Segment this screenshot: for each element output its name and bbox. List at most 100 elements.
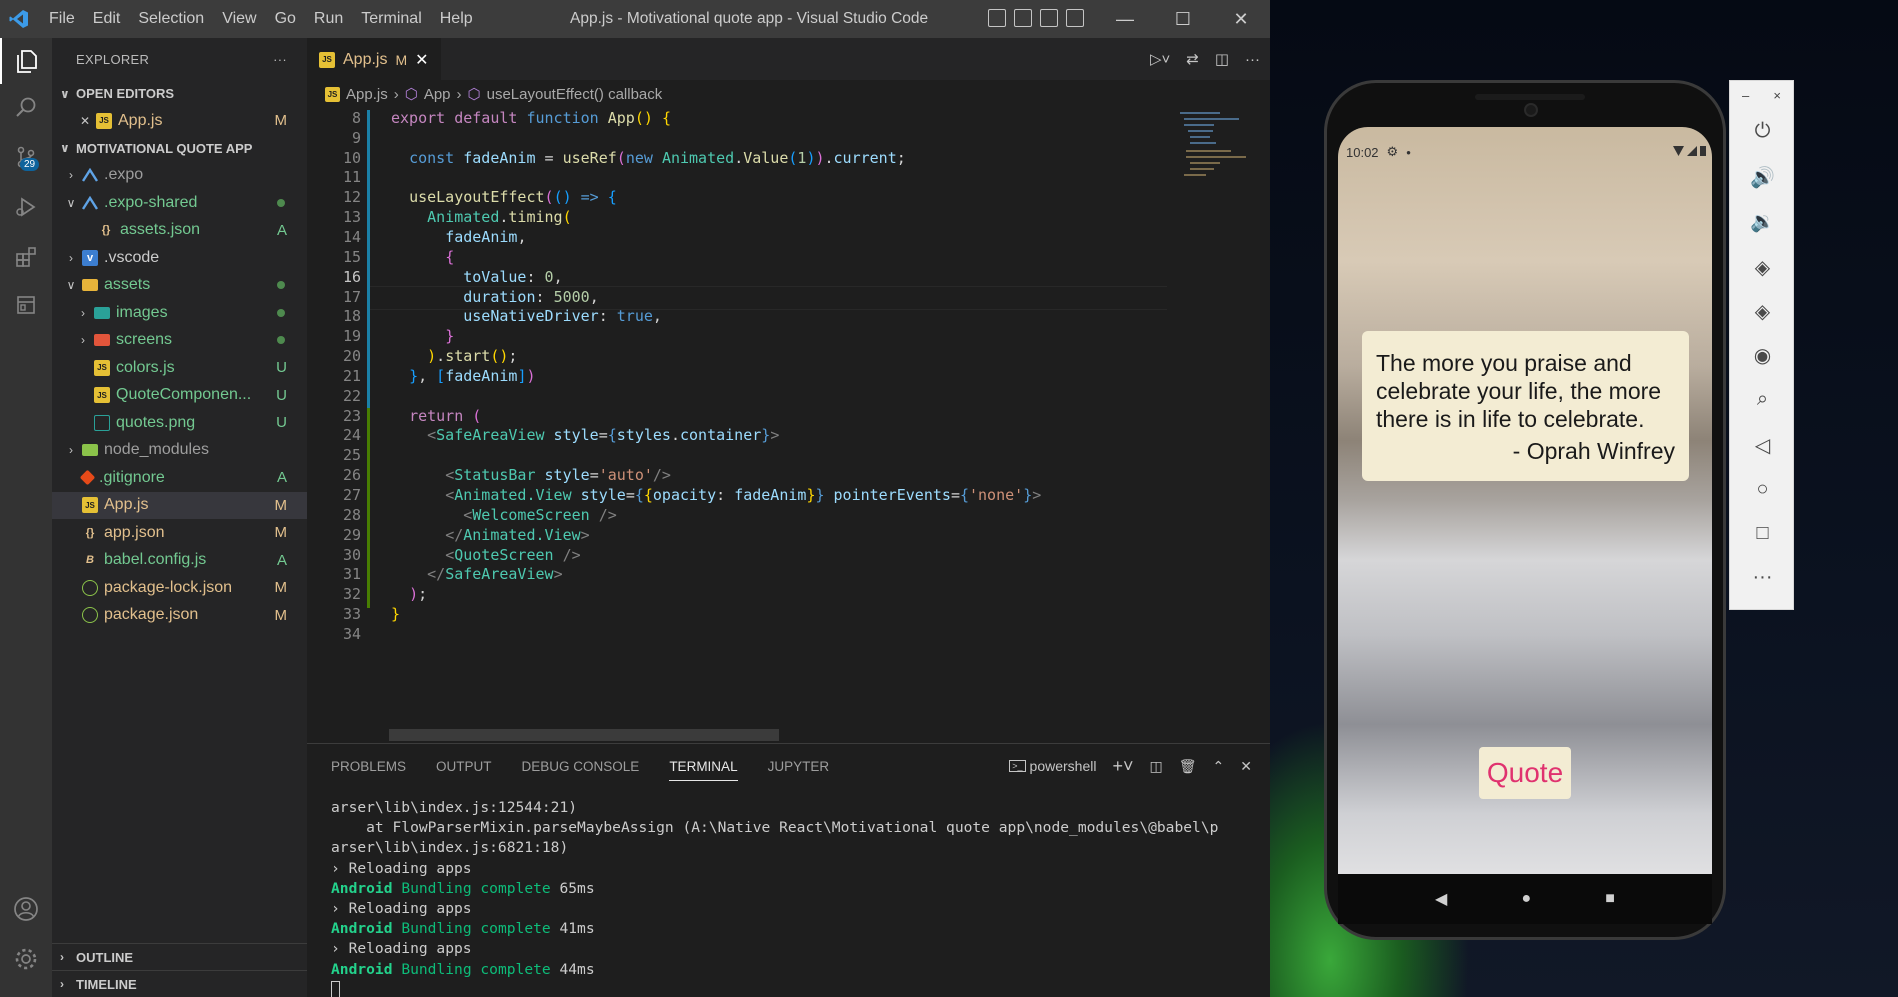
toggle-panel-icon[interactable]	[1014, 9, 1032, 27]
overview-icon[interactable]: □	[1730, 511, 1795, 555]
search-icon[interactable]	[0, 84, 52, 130]
close-tab-icon[interactable]: ✕	[415, 50, 428, 70]
shell-name[interactable]: powershell	[1030, 758, 1097, 774]
tree-item-file[interactable]: quotes.png U	[52, 409, 307, 437]
breadcrumb-symbol[interactable]: App	[424, 86, 451, 103]
project-section[interactable]: ∨ MOTIVATIONAL QUOTE APP	[52, 135, 307, 162]
outline-section[interactable]: › OUTLINE	[52, 943, 307, 970]
tree-item-folder[interactable]: › node_modules	[52, 437, 307, 465]
account-icon[interactable]	[0, 886, 52, 932]
toggle-sidebar-icon[interactable]	[988, 9, 1006, 27]
tab-app-js[interactable]: JS App.js M ✕	[307, 38, 441, 80]
open-editors-section[interactable]: ∨ OPEN EDITORS	[52, 80, 307, 107]
tree-item-label: screens	[116, 331, 173, 349]
tree-item-label: .expo-shared	[104, 193, 198, 211]
tree-item-file[interactable]: B babel.config.js A	[52, 547, 307, 575]
close-icon[interactable]: ×	[1773, 88, 1781, 103]
maximize-icon[interactable]: ☐	[1154, 0, 1212, 38]
back-icon[interactable]: ◀	[1435, 889, 1447, 909]
trash-icon[interactable]: 🗑	[1179, 758, 1197, 775]
close-panel-icon[interactable]: ✕	[1240, 758, 1252, 775]
code-editor[interactable]: 8 export default function App() {9 10 cons…	[307, 108, 1270, 743]
zoom-icon[interactable]: ⌕	[1730, 377, 1795, 421]
tree-item-folder[interactable]: ∨ assets	[52, 272, 307, 300]
power-icon[interactable]: ⏻	[1730, 109, 1795, 153]
explorer-icon[interactable]	[0, 38, 52, 84]
extensions-icon[interactable]	[0, 234, 52, 280]
back-icon[interactable]: ◁	[1730, 423, 1795, 467]
more-actions-icon[interactable]: ···	[1245, 51, 1260, 68]
menu-file[interactable]: File	[40, 0, 84, 38]
terminal-output[interactable]: arser\lib\index.js:12544:21) at FlowPars…	[331, 798, 1218, 997]
tree-item-folder[interactable]: › screens	[52, 327, 307, 355]
phone-screen[interactable]: 10:02 ⚙ • The more you praise and celebr…	[1338, 127, 1712, 874]
toggle-secondary-sidebar-icon[interactable]	[1040, 9, 1058, 27]
tree-item-file[interactable]: {} assets.json A	[52, 217, 307, 245]
project-label: MOTIVATIONAL QUOTE APP	[76, 140, 253, 156]
minimize-icon[interactable]: —	[1096, 0, 1154, 38]
timeline-section[interactable]: › TIMELINE	[52, 970, 307, 997]
tree-item-file[interactable]: JS QuoteComponen... U	[52, 382, 307, 410]
menu-selection[interactable]: Selection	[129, 0, 213, 38]
volume-up-icon[interactable]: 🔊	[1730, 155, 1795, 199]
rotate-left-icon[interactable]: ◈	[1730, 245, 1795, 289]
minimize-icon[interactable]: –	[1742, 88, 1749, 103]
run-debug-icon[interactable]	[0, 184, 52, 230]
tree-item-folder[interactable]: › v .vscode	[52, 244, 307, 272]
tab-debug-console[interactable]: DEBUG CONSOLE	[522, 759, 640, 774]
tab-terminal[interactable]: TERMINAL	[669, 759, 738, 781]
split-terminal-icon[interactable]: ◫	[1150, 758, 1163, 775]
tab-problems[interactable]: PROBLEMS	[331, 759, 406, 774]
editor-tabs: JS App.js M ✕ ▷˅ ⇄ ◫ ···	[307, 38, 1270, 80]
more-icon[interactable]: ···	[1730, 555, 1795, 599]
home-icon[interactable]: ○	[1730, 467, 1795, 511]
line-number: 21	[342, 366, 361, 385]
close-icon[interactable]: ✕	[1212, 0, 1270, 38]
tree-item-file[interactable]: JS colors.js U	[52, 354, 307, 382]
volume-down-icon[interactable]: 🔉	[1730, 199, 1795, 243]
menu-terminal[interactable]: Terminal	[352, 0, 430, 38]
tree-item-folder[interactable]: ∨ .expo-shared	[52, 189, 307, 217]
settings-gear-icon[interactable]	[0, 936, 52, 982]
tree-item-file[interactable]: package.json M	[52, 602, 307, 630]
menu-go[interactable]: Go	[266, 0, 305, 38]
chevron-up-icon[interactable]: ⌃	[1213, 758, 1225, 775]
tree-item-file[interactable]: .gitignore A	[52, 464, 307, 492]
tree-item-file[interactable]: {} app.json M	[52, 519, 307, 547]
tree-item-folder[interactable]: › images	[52, 299, 307, 327]
open-editor-item[interactable]: ✕ JS App.js M	[52, 107, 307, 135]
new-terminal-icon[interactable]: +˅	[1112, 756, 1133, 777]
tree-item-folder[interactable]: › .expo	[52, 162, 307, 190]
more-actions-icon[interactable]: ···	[273, 52, 287, 67]
timeline-label: TIMELINE	[76, 976, 137, 992]
terminal-bundling: Bundling complete	[401, 920, 551, 938]
compare-changes-icon[interactable]: ⇄	[1186, 50, 1199, 68]
camera-icon[interactable]: ◉	[1730, 333, 1795, 377]
menu-help[interactable]: Help	[431, 0, 482, 38]
tree-item-file[interactable]: package-lock.json M	[52, 574, 307, 602]
menu-run[interactable]: Run	[305, 0, 352, 38]
menu-view[interactable]: View	[213, 0, 265, 38]
breadcrumb-file[interactable]: App.js	[346, 86, 388, 103]
tab-output[interactable]: OUTPUT	[436, 759, 492, 774]
line-number: 33	[342, 605, 361, 624]
tree-item-file[interactable]: JS App.js M	[52, 491, 307, 519]
recents-icon[interactable]: ■	[1605, 890, 1615, 908]
tab-jupyter[interactable]: JUPYTER	[768, 759, 830, 774]
breadcrumb-callback[interactable]: useLayoutEffect() callback	[487, 86, 663, 103]
horizontal-scrollbar[interactable]	[389, 729, 779, 741]
close-icon[interactable]: ✕	[78, 114, 92, 128]
quote-button[interactable]: Quote	[1479, 747, 1571, 799]
minimap[interactable]	[1176, 110, 1262, 210]
menu-edit[interactable]: Edit	[84, 0, 130, 38]
customize-layout-icon[interactable]	[1066, 9, 1084, 27]
remote-explorer-icon[interactable]	[0, 282, 52, 328]
source-control-icon[interactable]: 29	[0, 134, 52, 180]
home-icon[interactable]: ●	[1521, 890, 1531, 908]
git-status: A	[276, 221, 287, 239]
run-icon[interactable]: ▷˅	[1150, 50, 1170, 68]
split-editor-icon[interactable]: ◫	[1215, 50, 1229, 68]
line-content: }	[391, 605, 401, 624]
rotate-right-icon[interactable]: ◈	[1730, 289, 1795, 333]
line-content: );	[409, 585, 428, 604]
